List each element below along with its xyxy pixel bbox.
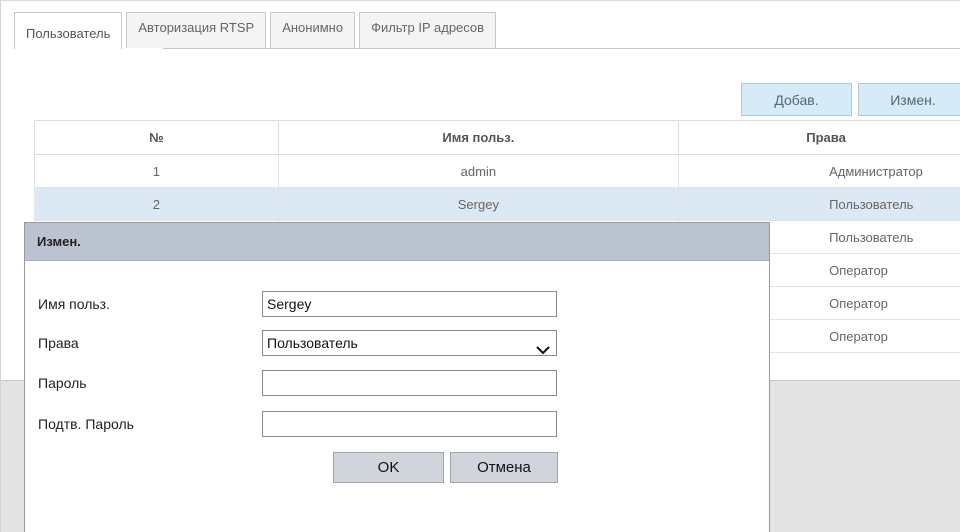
edit-user-dialog: Измен. Имя польз. Sergey Права Пользоват… [24,222,770,532]
chevron-down-icon [536,338,550,362]
settings-page: Пользователь Авторизация RTSP Анонимно Ф… [0,0,960,532]
rights-label: Права [38,335,79,351]
column-header-username: Имя польз. [277,120,680,155]
rights-select-value: Пользователь [267,335,358,351]
confirm-password-label: Подтв. Пароль [38,416,134,432]
dialog-title: Измен. [25,223,769,261]
password-row: Пароль [25,370,771,398]
tab-ip-filter[interactable]: Фильтр IP адресов [359,12,497,48]
add-user-button[interactable]: Добав. [741,83,852,116]
table-row[interactable]: 1 admin Администратор [34,154,960,188]
cell-number: 2 [34,187,279,221]
confirm-password-input[interactable] [262,411,557,437]
edit-user-button[interactable]: Измен. [858,83,960,116]
tab-rtsp-auth[interactable]: Авторизация RTSP [126,12,267,48]
username-input[interactable]: Sergey [262,291,557,317]
rights-row: Права Пользователь [25,330,771,358]
confirm-password-row: Подтв. Пароль [25,411,771,439]
tab-anonymous[interactable]: Анонимно [270,12,356,48]
cancel-button[interactable]: Отмена [450,452,558,483]
column-header-number: № [34,120,279,155]
table-header-row: № Имя польз. Права [34,120,960,155]
cell-rights: Пользователь [678,187,960,221]
password-label: Пароль [38,375,87,391]
password-input[interactable] [262,370,557,396]
tab-bar: Пользователь Авторизация RTSP Анонимно Ф… [14,12,500,49]
cell-rights: Администратор [678,154,960,188]
username-row: Имя польз. Sergey [25,291,771,319]
panel-top-border [0,0,960,1]
ok-button[interactable]: OK [333,452,444,483]
rights-select[interactable]: Пользователь [262,330,557,356]
cell-username: Sergey [277,187,680,221]
table-row[interactable]: 2 Sergey Пользователь [34,187,960,221]
cell-username: admin [277,154,680,188]
tab-user[interactable]: Пользователь [14,12,123,49]
column-header-rights: Права [678,120,960,155]
cell-number: 1 [34,154,279,188]
username-label: Имя польз. [38,296,110,312]
tab-bar-divider [163,48,960,49]
